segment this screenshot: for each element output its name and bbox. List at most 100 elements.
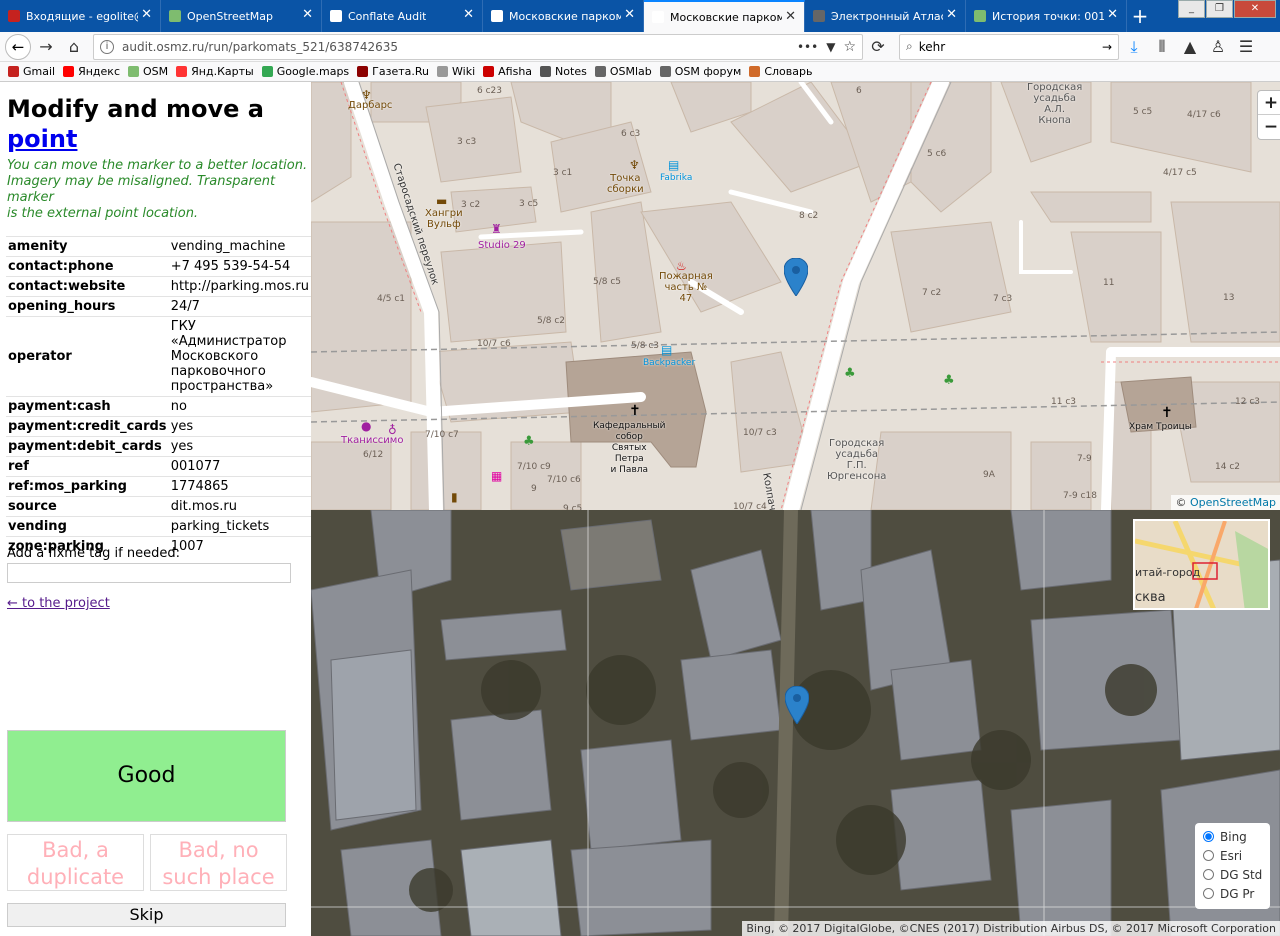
fixme-input[interactable]	[7, 563, 291, 583]
zoom-out-button[interactable]: −	[1258, 115, 1280, 139]
tab-bar: Входящие - egolite@g✕OpenStreetMap✕Confl…	[0, 0, 1280, 32]
tab-close-icon[interactable]: ✕	[463, 8, 474, 22]
layer-radio[interactable]	[1203, 831, 1214, 842]
house-number: 7 с2	[922, 288, 942, 298]
tab[interactable]: Conflate Audit ✕	[322, 0, 483, 32]
minimize-icon[interactable]: _	[1178, 0, 1205, 18]
page-title: Modify and move a point	[0, 82, 311, 154]
bookmark-item[interactable]: OSM форум	[659, 65, 741, 78]
tab[interactable]: Входящие - egolite@g✕	[0, 0, 161, 32]
title-line: Modify and move a	[7, 95, 265, 123]
map-label: Пожарная часть № 47	[659, 271, 713, 304]
tab[interactable]: Московские паркоматы о✕	[644, 0, 805, 32]
layer-radio[interactable]	[1203, 850, 1214, 861]
layer-radio[interactable]	[1203, 888, 1214, 899]
back-to-project-link[interactable]: ← to the project	[7, 596, 110, 611]
menu-icon[interactable]: ☰	[1233, 34, 1259, 60]
bookmark-item[interactable]: OSM	[128, 65, 168, 78]
bookmark-item[interactable]: Gmail	[8, 65, 55, 78]
bad-no-place-button[interactable]: Bad, no such place	[150, 834, 287, 891]
house-number: 11	[1103, 278, 1115, 288]
home-button[interactable]: ⌂	[61, 34, 87, 60]
back-button[interactable]: ←	[5, 33, 31, 60]
tag-key: payment:cash	[6, 396, 169, 417]
layer-option[interactable]: DG Pr	[1201, 884, 1264, 903]
search-go-icon[interactable]: →	[1102, 40, 1112, 54]
page-actions-icon[interactable]: •••	[797, 40, 818, 54]
bookmark-icon	[594, 66, 606, 77]
url-text[interactable]: audit.osmz.ru/run/parkomats_521/63874263…	[122, 40, 797, 54]
close-icon[interactable]: ✕	[1234, 0, 1276, 18]
tab-close-icon[interactable]: ✕	[946, 8, 957, 22]
point-link[interactable]: point	[7, 125, 77, 153]
house-number: 12 с3	[1235, 397, 1260, 407]
tag-row: operator ГКУ «Администратор Московского п…	[6, 316, 311, 397]
tag-key: amenity	[6, 236, 169, 257]
tab-close-icon[interactable]: ✕	[1107, 8, 1118, 22]
bad-duplicate-button[interactable]: Bad, a duplicate	[7, 834, 144, 891]
skip-button[interactable]: Skip	[7, 903, 286, 927]
library-icon[interactable]: ⫴	[1149, 34, 1175, 60]
layer-option[interactable]: DG Std	[1201, 865, 1264, 884]
zoom-in-button[interactable]: +	[1258, 91, 1280, 115]
sync-icon[interactable]: ▲	[1177, 34, 1203, 60]
map-label: Городская усадьба Г.П. Юргенсона	[827, 438, 887, 482]
bookmark-star-icon[interactable]: ☆	[843, 39, 856, 55]
bookmark-item[interactable]: Яндекс	[63, 65, 120, 78]
tab[interactable]: Электронный Атлас Мо✕	[805, 0, 966, 32]
bookmark-item[interactable]: Google.maps	[261, 65, 349, 78]
map-label: Храм Троицы	[1129, 422, 1192, 432]
bookmark-label: Gmail	[23, 65, 56, 78]
download-icon[interactable]: ⤓	[1121, 34, 1147, 60]
tab-label: Московские паркоматы о	[509, 9, 621, 23]
tab-close-icon[interactable]: ✕	[141, 8, 152, 22]
layer-option[interactable]: Esri	[1201, 846, 1264, 865]
house-number: 3 с5	[519, 199, 539, 209]
imagery-marker-icon[interactable]	[785, 686, 809, 724]
search-bar[interactable]: ⌕ kehr →	[899, 33, 1119, 60]
map-marker-icon[interactable]	[784, 258, 808, 296]
tab-label: История точки: 00107	[992, 9, 1104, 23]
url-bar[interactable]: i audit.osmz.ru/run/parkomats_521/638742…	[93, 33, 863, 60]
extension-icon[interactable]: ♙	[1205, 34, 1231, 60]
tag-value: 1774865	[168, 476, 311, 497]
imagery-map[interactable]: итай-город сква Bing Esri DG Std DG Pr Bing…	[311, 510, 1280, 936]
layer-option[interactable]: Bing	[1201, 827, 1264, 846]
house-number: 6 с3	[621, 129, 641, 139]
osm-attribution-link[interactable]: OpenStreetMap	[1190, 496, 1276, 509]
tag-row: source dit.mos.ru	[6, 496, 311, 517]
bookmark-item[interactable]: Wiki	[437, 65, 475, 78]
bookmark-item[interactable]: Notes	[540, 65, 587, 78]
bookmark-item[interactable]: OSMlab	[594, 65, 652, 78]
tag-value: +7 495 539-54-54	[168, 256, 311, 277]
bookmark-item[interactable]: Янд.Карты	[176, 65, 254, 78]
bookmark-item[interactable]: Словарь	[749, 65, 812, 78]
search-value[interactable]: kehr	[919, 40, 1102, 54]
tab[interactable]: OpenStreetMap ✕	[161, 0, 322, 32]
tag-value: 001077	[168, 456, 311, 477]
minimap-canvas[interactable]: итай-город сква	[1135, 521, 1270, 610]
reload-button[interactable]: ⟳	[865, 34, 891, 60]
tag-value: yes	[168, 436, 311, 457]
bookmark-item[interactable]: Afisha	[483, 65, 532, 78]
tab[interactable]: История точки: 00107✕	[966, 0, 1127, 32]
osm-map[interactable]: ♣ ♣ ♣ ✝ ✝ ♆ ♆ ▤ ▬ ♜ ♨ ▤ ● ♁ ▦ ▮ Дарбарс Г…	[311, 82, 1280, 510]
tab-close-icon[interactable]: ✕	[302, 8, 313, 22]
tag-row: opening_hours 24/7	[6, 296, 311, 317]
forward-button[interactable]: →	[33, 34, 59, 60]
tab[interactable]: Московские паркоматы о✕	[483, 0, 644, 32]
house-number: 3 с1	[553, 168, 573, 178]
layer-radio[interactable]	[1203, 869, 1214, 880]
pocket-icon[interactable]: ▼	[826, 40, 835, 54]
tag-key: opening_hours	[6, 296, 169, 317]
minimap[interactable]: итай-город сква	[1133, 519, 1270, 610]
good-button[interactable]: Good	[7, 730, 286, 822]
tab-close-icon[interactable]: ✕	[624, 8, 635, 22]
map-label: Городская усадьба А.Л. Кнопа	[1027, 82, 1083, 126]
new-tab-button[interactable]: +	[1127, 0, 1153, 32]
bookmark-item[interactable]: Газета.Ru	[357, 65, 429, 78]
tab-close-icon[interactable]: ✕	[785, 10, 796, 24]
house-number: 6	[856, 86, 862, 96]
restore-icon[interactable]: ❐	[1206, 0, 1233, 18]
info-icon[interactable]: i	[100, 39, 114, 54]
